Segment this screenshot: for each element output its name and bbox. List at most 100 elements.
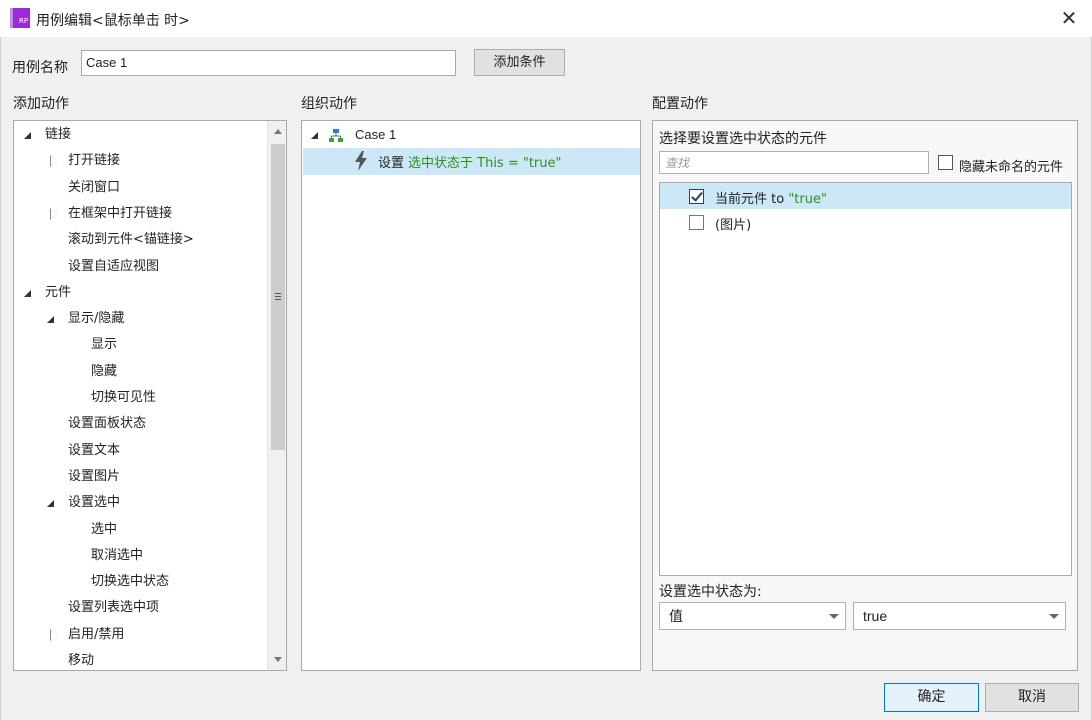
action-tree-item[interactable]: 切换选中状态 xyxy=(14,569,266,595)
action-tree-label: 选中 xyxy=(91,521,118,537)
action-tree-label: 设置文本 xyxy=(68,442,121,458)
action-tree-item[interactable]: 设置文本 xyxy=(14,438,266,464)
add-action-title: 添加动作 xyxy=(13,96,69,112)
action-tree-label: 设置图片 xyxy=(68,468,121,484)
action-tree-label: 元件 xyxy=(45,284,72,300)
organize-action-title: 组织动作 xyxy=(301,96,357,112)
element-label-text: 当前元件 to xyxy=(715,192,789,207)
mode-select-value: 值 xyxy=(669,608,683,624)
action-tree-label: 设置自适应视图 xyxy=(68,258,160,274)
scroll-thumb[interactable] xyxy=(271,144,285,450)
case-name-input[interactable]: Case 1 xyxy=(81,50,456,76)
configure-action-title: 配置动作 xyxy=(652,96,708,112)
action-tree-label: 移动 xyxy=(68,653,95,668)
title-bar: RP 用例编辑<鼠标单击 时> ✕ xyxy=(0,0,1092,37)
collapse-triangle-icon[interactable] xyxy=(50,155,57,168)
collapse-triangle-inner xyxy=(51,208,57,219)
expand-triangle-icon[interactable] xyxy=(47,500,54,508)
chevron-down-icon xyxy=(1049,614,1059,619)
app-icon: RP xyxy=(10,8,30,28)
action-tree-item[interactable]: 启用/禁用 xyxy=(14,622,266,648)
case-name-label: 用例名称 xyxy=(12,60,68,76)
action-tree-label: 切换可见性 xyxy=(91,390,157,405)
action-tree-item[interactable]: 隐藏 xyxy=(14,359,266,385)
hide-unnamed-checkbox[interactable] xyxy=(938,155,953,170)
action-tree-label: 设置面板状态 xyxy=(68,416,147,432)
action-tree-label: 隐藏 xyxy=(91,363,118,379)
action-tree-label: 显示 xyxy=(91,337,118,353)
action-tree-item[interactable]: 切换可见性 xyxy=(14,385,266,411)
action-tree-item[interactable]: 显示 xyxy=(14,332,266,358)
expand-triangle-icon[interactable] xyxy=(311,132,318,139)
action-prefix: 设置 xyxy=(378,156,405,171)
add-condition-button[interactable]: 添加条件 xyxy=(474,49,565,76)
chevron-down-icon xyxy=(829,614,839,619)
action-tree-item[interactable]: 选中 xyxy=(14,517,266,543)
action-tree-item[interactable]: 取消选中 xyxy=(14,543,266,569)
action-tree-item[interactable]: 打开链接 xyxy=(14,148,266,174)
action-tree-item[interactable]: 设置列表选中项 xyxy=(14,595,266,621)
collapse-triangle-icon[interactable] xyxy=(50,628,57,641)
element-checkbox-image[interactable] xyxy=(689,215,704,230)
grip-line xyxy=(275,299,281,300)
collapse-triangle-inner xyxy=(51,156,57,167)
mode-select[interactable]: 值 xyxy=(659,602,846,630)
action-tree-item[interactable]: 设置图片 xyxy=(14,464,266,490)
scroll-down-arrow-icon[interactable] xyxy=(274,657,282,662)
set-state-label: 设置选中状态为: xyxy=(659,584,762,600)
action-tree-label: 设置列表选中项 xyxy=(68,600,160,616)
element-label-image: (图片) xyxy=(715,218,752,233)
scroll-up-arrow-icon[interactable] xyxy=(274,129,282,134)
lightning-icon xyxy=(355,151,367,171)
action-tree-label: 打开链接 xyxy=(68,153,121,169)
element-list: 当前元件 to "true" (图片) xyxy=(659,182,1072,576)
hide-unnamed-label: 隐藏未命名的元件 xyxy=(959,160,1064,175)
action-tree-item[interactable]: 设置自适应视图 xyxy=(14,254,266,280)
state-select[interactable]: true xyxy=(853,602,1066,630)
element-row-current[interactable]: 当前元件 to "true" xyxy=(660,183,1071,209)
action-tree-item[interactable]: 显示/隐藏 xyxy=(14,306,266,332)
action-tree-label: 显示/隐藏 xyxy=(68,311,125,327)
action-tree-item[interactable]: 设置面板状态 xyxy=(14,411,266,437)
element-label-current: 当前元件 to "true" xyxy=(715,188,827,207)
grip-line xyxy=(275,296,281,297)
expand-triangle-icon[interactable] xyxy=(24,132,31,139)
action-tree-item[interactable]: 元件 xyxy=(14,280,266,306)
element-value-text: "true" xyxy=(788,192,827,207)
cancel-button[interactable]: 取消 xyxy=(985,683,1079,712)
action-tree-label: 取消选中 xyxy=(91,547,144,563)
configure-heading: 选择要设置选中状态的元件 xyxy=(659,131,827,147)
expand-triangle-icon[interactable] xyxy=(47,316,54,324)
action-tree-item[interactable]: 关闭窗口 xyxy=(14,175,266,201)
action-tree-label: 链接 xyxy=(45,127,72,142)
action-tree-item[interactable]: 滚动到元件<锚链接> xyxy=(14,227,266,253)
app-icon-text: RP xyxy=(19,17,29,25)
expand-triangle-icon[interactable] xyxy=(24,289,31,297)
case-tree-icon xyxy=(329,129,343,142)
configure-panel: 选择要设置选中状态的元件 查找 隐藏未命名的元件 当前元件 to "true" … xyxy=(652,120,1078,671)
state-select-value: true xyxy=(863,608,888,624)
action-tree-label: 滚动到元件<锚链接> xyxy=(68,232,194,248)
action-tree-item[interactable]: 移动 xyxy=(14,648,266,670)
collapse-triangle-icon[interactable] xyxy=(50,207,57,220)
action-tree-item[interactable]: 链接 xyxy=(14,122,266,148)
action-tree: 链接打开链接关闭窗口在框架中打开链接滚动到元件<锚链接> 设置自适应视图元件显示/… xyxy=(13,120,287,671)
action-tree-label: 设置选中 xyxy=(68,495,121,511)
action-tree-item[interactable]: 在框架中打开链接 xyxy=(14,201,266,227)
grip-line xyxy=(275,293,281,294)
collapse-triangle-inner xyxy=(51,629,57,640)
ok-button[interactable]: 确定 xyxy=(884,683,979,712)
case-row[interactable]: Case 1 xyxy=(302,122,640,148)
element-checkbox-current[interactable] xyxy=(689,189,704,204)
action-tree-item[interactable]: 设置选中 xyxy=(14,490,266,516)
action-tree-label: 在框架中打开链接 xyxy=(68,205,173,221)
window-title: 用例编辑<鼠标单击 时> xyxy=(36,13,190,29)
close-icon[interactable]: ✕ xyxy=(1052,2,1086,34)
action-tree-scrollbar[interactable] xyxy=(267,121,286,670)
action-tree-label: 切换选中状态 xyxy=(91,574,170,590)
element-row-image[interactable]: (图片) xyxy=(660,209,1071,235)
search-input[interactable]: 查找 xyxy=(659,151,929,174)
action-detail: 选中状态于 This = "true" xyxy=(408,156,562,171)
action-tree-label: 启用/禁用 xyxy=(68,626,125,642)
action-row[interactable]: 设置 选中状态于 This = "true" xyxy=(303,148,640,175)
